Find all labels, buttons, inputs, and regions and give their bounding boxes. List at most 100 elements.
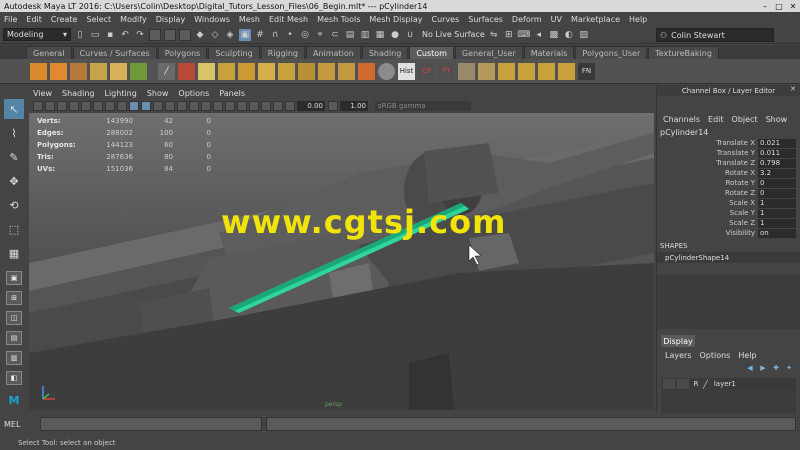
viewport-menu-lighting[interactable]: Lighting bbox=[104, 89, 136, 98]
save-icon[interactable]: ▪ bbox=[104, 29, 116, 41]
render-icon[interactable]: ▤ bbox=[344, 29, 356, 41]
attr-scale-z[interactable]: Scale Z 1 bbox=[657, 218, 800, 228]
menu-surfaces[interactable]: Surfaces bbox=[468, 15, 503, 24]
menu-edit-mesh[interactable]: Edit Mesh bbox=[269, 15, 308, 24]
shelf-tab-shading[interactable]: Shading bbox=[361, 46, 409, 59]
color-space-dropdown[interactable]: sRGB gamma bbox=[375, 101, 471, 111]
live-surface-label[interactable]: No Live Surface bbox=[422, 30, 485, 39]
menu-edit[interactable]: Edit bbox=[26, 15, 42, 24]
snap-point-icon[interactable]: • bbox=[284, 29, 296, 41]
offset-loop-icon[interactable] bbox=[298, 62, 315, 80]
merge-icon[interactable] bbox=[218, 62, 235, 80]
xray-icon[interactable] bbox=[261, 101, 271, 111]
uv-icon[interactable] bbox=[130, 62, 147, 80]
menu-set-dropdown[interactable]: Modeling ▾ bbox=[3, 28, 71, 41]
checker-icon[interactable]: ▩ bbox=[548, 29, 560, 41]
image-plane-icon[interactable] bbox=[69, 101, 79, 111]
move-layer-up-icon[interactable]: ◀ bbox=[745, 364, 755, 373]
snap-live-icon[interactable]: ⌖ bbox=[314, 29, 326, 41]
gamma-field[interactable]: 1.00 bbox=[340, 101, 368, 111]
mel-input[interactable] bbox=[40, 417, 262, 431]
menu-mesh-display[interactable]: Mesh Display bbox=[369, 15, 422, 24]
outliner-layout-icon[interactable]: ▤ bbox=[6, 331, 22, 345]
bridge-icon[interactable] bbox=[178, 62, 195, 80]
smooth-shade-icon[interactable] bbox=[141, 101, 151, 111]
layer-menu-help[interactable]: Help bbox=[738, 351, 756, 360]
new-layer-icon[interactable]: ✚ bbox=[771, 364, 781, 373]
layer-playback-toggle[interactable] bbox=[677, 379, 689, 389]
cube-icon[interactable] bbox=[50, 62, 67, 80]
side-by-side-layout-icon[interactable]: ◫ bbox=[6, 311, 22, 325]
shelf-tab-curves-surfaces[interactable]: Curves / Surfaces bbox=[72, 46, 157, 59]
shelf-tab-sculpting[interactable]: Sculpting bbox=[208, 46, 260, 59]
triangulate-icon[interactable] bbox=[538, 62, 555, 80]
xray-joints-icon[interactable] bbox=[273, 101, 283, 111]
render-settings-icon[interactable]: ▦ bbox=[374, 29, 386, 41]
wedge-icon[interactable] bbox=[338, 62, 355, 80]
extrude-icon[interactable] bbox=[90, 62, 107, 80]
cb-menu-edit[interactable]: Edit bbox=[708, 115, 724, 124]
exposure-field[interactable]: 0.00 bbox=[297, 101, 325, 111]
combine-icon[interactable] bbox=[30, 62, 47, 80]
shadows-icon[interactable] bbox=[201, 101, 211, 111]
magnet-live-icon[interactable]: ∪ bbox=[404, 29, 416, 41]
perspective-viewport[interactable]: Verts: 143990 42 0 Edges: 288002 100 0 P… bbox=[29, 113, 654, 410]
shape-node-name[interactable]: pCylinderShape14 bbox=[657, 252, 800, 263]
poke-icon[interactable] bbox=[318, 62, 335, 80]
menu-curves[interactable]: Curves bbox=[431, 15, 459, 24]
normals-icon[interactable]: FN bbox=[578, 62, 595, 80]
append-icon[interactable] bbox=[198, 62, 215, 80]
plane-icon[interactable] bbox=[70, 62, 87, 80]
edge-loop-icon[interactable] bbox=[238, 62, 255, 80]
wireframe-icon[interactable] bbox=[129, 101, 139, 111]
smooth-icon[interactable] bbox=[358, 62, 375, 80]
attr-rotate-z[interactable]: Rotate Z 0 bbox=[657, 188, 800, 198]
shelf-tab-materials[interactable]: Materials bbox=[523, 46, 575, 59]
history-icon[interactable]: Hist bbox=[398, 62, 415, 80]
scale-tool-icon[interactable]: ⬚ bbox=[4, 219, 24, 239]
motion-blur-icon[interactable] bbox=[225, 101, 235, 111]
paint-select-icon[interactable]: ✎ bbox=[4, 147, 24, 167]
target-weld-icon[interactable] bbox=[258, 62, 275, 80]
attr-visibility[interactable]: Visibility on bbox=[657, 228, 800, 238]
gamma-icon[interactable] bbox=[328, 101, 338, 111]
textured-icon[interactable] bbox=[177, 101, 187, 111]
resolution-gate-icon[interactable] bbox=[105, 101, 115, 111]
select-hierarchy-icon[interactable] bbox=[149, 28, 161, 41]
select-component-icon[interactable] bbox=[179, 28, 191, 41]
menu-marketplace[interactable]: Marketplace bbox=[571, 15, 620, 24]
menu-help[interactable]: Help bbox=[629, 15, 647, 24]
viewport-menu-shading[interactable]: Shading bbox=[62, 89, 95, 98]
shelf-tab-polygons-user[interactable]: Polygons_User bbox=[575, 46, 648, 59]
shelf-tab-general[interactable]: General bbox=[26, 46, 72, 59]
menu-mesh-tools[interactable]: Mesh Tools bbox=[317, 15, 360, 24]
layer-color-icon[interactable]: ╱ bbox=[703, 380, 708, 389]
grid-toggle-icon[interactable] bbox=[81, 101, 91, 111]
isolate-select-icon[interactable] bbox=[249, 101, 259, 111]
shelf-tab-custom[interactable]: Custom bbox=[409, 46, 454, 59]
redo-icon[interactable]: ↷ bbox=[134, 29, 146, 41]
magnet-icon[interactable]: ⊂ bbox=[329, 29, 341, 41]
close-icon[interactable]: ✕ bbox=[790, 85, 796, 93]
cylinder-icon[interactable] bbox=[458, 62, 475, 80]
layer-menu-layers[interactable]: Layers bbox=[665, 351, 691, 360]
layer-menu-options[interactable]: Options bbox=[699, 351, 730, 360]
attr-translate-z[interactable]: Translate Z 0.798 bbox=[657, 158, 800, 168]
wireframe-on-shaded-icon[interactable] bbox=[165, 101, 175, 111]
ambient-occlusion-icon[interactable] bbox=[213, 101, 223, 111]
select-by-type-icon[interactable]: ▣ bbox=[239, 28, 251, 41]
viewport-menu-options[interactable]: Options bbox=[178, 89, 209, 98]
menu-uv[interactable]: UV bbox=[551, 15, 562, 24]
snap-grid-icon[interactable]: # bbox=[254, 29, 266, 41]
center-pivot-icon[interactable]: CP bbox=[418, 62, 435, 80]
camera-attributes-icon[interactable] bbox=[45, 101, 55, 111]
new-scene-icon[interactable]: ▯ bbox=[74, 29, 86, 41]
layer-reference-toggle[interactable]: R bbox=[689, 380, 703, 388]
shelf-tab-rigging[interactable]: Rigging bbox=[260, 46, 306, 59]
move-tool-icon[interactable]: ✥ bbox=[4, 171, 24, 191]
attr-rotate-x[interactable]: Rotate X 3.2 bbox=[657, 168, 800, 178]
grid-mesh-icon[interactable] bbox=[498, 62, 515, 80]
viewport-menu-view[interactable]: View bbox=[33, 89, 52, 98]
cb-menu-channels[interactable]: Channels bbox=[663, 115, 700, 124]
new-layer-selected-icon[interactable]: ✦ bbox=[784, 364, 794, 373]
